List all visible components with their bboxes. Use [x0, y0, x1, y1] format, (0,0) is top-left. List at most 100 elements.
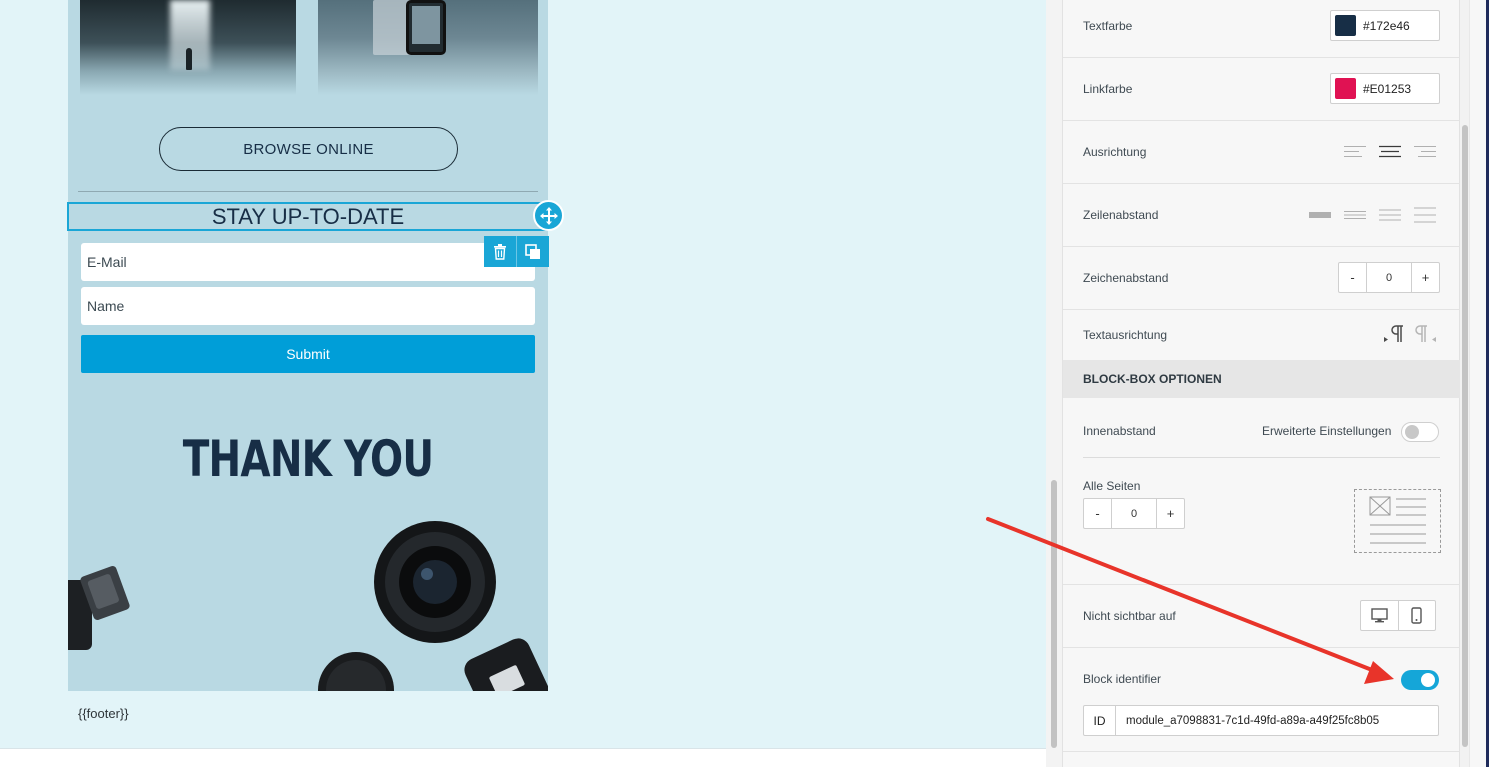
link-color-swatch — [1335, 78, 1356, 99]
rtl-button[interactable] — [1415, 324, 1437, 344]
settings-panel: Textfarbe #172e46 Linkfarbe #E01253 Ausr… — [1062, 0, 1460, 767]
letter-spacing-stepper: - 0 + — [1338, 262, 1440, 293]
text-color-row: Textfarbe #172e46 — [1063, 0, 1460, 58]
letter-spacing-increase-button[interactable]: + — [1412, 263, 1439, 292]
block-identifier-row: Block identifier — [1063, 648, 1460, 752]
submit-button[interactable]: Submit — [81, 335, 535, 373]
email-field[interactable]: E-Mail — [81, 243, 535, 281]
lens-shape — [374, 521, 496, 643]
email-preview: BROWSE ONLINE E-Mail Name Submit THANK Y… — [68, 0, 548, 691]
align-right-icon — [1414, 146, 1436, 157]
letter-spacing-decrease-button[interactable]: - — [1339, 263, 1366, 292]
text-color-swatch — [1335, 15, 1356, 36]
panel-scrollbar[interactable] — [1460, 0, 1489, 767]
text-color-value: #172e46 — [1363, 18, 1410, 33]
alignment-row: Ausrichtung — [1063, 121, 1460, 184]
line-height-wide-icon — [1414, 207, 1436, 223]
link-color-value: #E01253 — [1363, 81, 1412, 96]
link-color-input[interactable]: #E01253 — [1330, 73, 1440, 104]
line-height-normal-icon — [1344, 211, 1366, 219]
letter-spacing-value[interactable]: 0 — [1366, 263, 1412, 292]
line-height-loose-icon — [1379, 209, 1401, 221]
desktop-icon — [1371, 608, 1388, 623]
person-silhouette — [186, 48, 192, 70]
toggle-knob — [1405, 425, 1419, 439]
block-id-field[interactable]: ID module_a7098831-7c1d-49fd-a89a-a49f25… — [1083, 705, 1439, 736]
trash-icon — [494, 243, 506, 260]
tripod-mount-shape — [68, 566, 130, 650]
panel-scrollbar-thumb[interactable] — [1462, 125, 1468, 747]
email-divider — [78, 191, 538, 192]
thank-you-heading: THANK YOU — [182, 430, 434, 488]
padding-decrease-button[interactable]: - — [1084, 499, 1111, 528]
browse-online-button[interactable]: BROWSE ONLINE — [159, 127, 458, 171]
line-height-3-button[interactable] — [1379, 205, 1401, 225]
line-height-2-button[interactable] — [1344, 205, 1366, 225]
mobile-icon — [1411, 607, 1422, 624]
canvas-scrollbar[interactable] — [1046, 0, 1062, 767]
advanced-settings-label: Erweiterte Einstellungen — [1262, 424, 1392, 438]
padding-preview — [1354, 489, 1441, 553]
lens-cap-shape — [318, 652, 394, 691]
text-direction-label: Textausrichtung — [1083, 328, 1168, 342]
camera-gear-image — [68, 521, 548, 691]
alignment-options — [1344, 142, 1436, 162]
block-identifier-toggle[interactable] — [1401, 670, 1439, 690]
align-center-icon — [1379, 145, 1401, 158]
block-identifier-label: Block identifier — [1083, 672, 1162, 686]
canvas-bottom-bar — [0, 748, 1062, 767]
block-box-options-header: BLOCK-BOX OPTIONEN — [1063, 360, 1460, 398]
canvas-scrollbar-thumb[interactable] — [1051, 480, 1057, 748]
line-height-1-button[interactable] — [1309, 205, 1331, 225]
remote-shape — [464, 638, 548, 691]
editor-canvas: BROWSE ONLINE E-Mail Name Submit THANK Y… — [0, 0, 1046, 748]
line-height-label: Zeilenabstand — [1083, 208, 1159, 222]
align-left-icon — [1344, 146, 1366, 157]
block-actions-toolbar — [484, 236, 549, 267]
phone-shape — [406, 0, 446, 55]
name-field[interactable]: Name — [81, 287, 535, 325]
text-direction-row: Textausrichtung — [1063, 310, 1460, 360]
padding-stepper: - 0 + — [1083, 498, 1185, 529]
padding-preview-icon — [1369, 496, 1426, 544]
letter-spacing-row: Zeichenabstand - 0 + — [1063, 247, 1460, 310]
all-sides-label: Alle Seiten — [1083, 479, 1141, 493]
advanced-settings-toggle[interactable] — [1401, 422, 1439, 442]
copy-icon — [524, 243, 540, 259]
move-handle[interactable] — [533, 200, 564, 231]
align-right-button[interactable] — [1414, 142, 1436, 162]
hidden-on-devices — [1360, 600, 1436, 631]
padding-label: Innenabstand — [1083, 424, 1156, 438]
paris-photo — [318, 0, 538, 95]
line-height-options — [1309, 205, 1436, 225]
alignment-label: Ausrichtung — [1083, 145, 1147, 159]
rtl-paragraph-icon — [1415, 325, 1436, 342]
waterfall-photo — [80, 0, 296, 95]
block-id-prefix: ID — [1084, 706, 1116, 735]
align-center-button[interactable] — [1379, 142, 1401, 162]
delete-block-button[interactable] — [484, 236, 516, 267]
hidden-on-label: Nicht sichtbar auf — [1083, 609, 1176, 623]
ltr-paragraph-icon — [1384, 325, 1403, 342]
ltr-button[interactable] — [1383, 324, 1405, 344]
letter-spacing-label: Zeichenabstand — [1083, 271, 1169, 285]
duplicate-block-button[interactable] — [516, 236, 548, 267]
stay-up-to-date-heading[interactable]: STAY UP-TO-DATE — [67, 202, 549, 231]
hide-mobile-button[interactable] — [1397, 601, 1436, 630]
align-left-button[interactable] — [1344, 142, 1366, 162]
text-color-label: Textfarbe — [1083, 19, 1133, 33]
hide-desktop-button[interactable] — [1361, 601, 1398, 630]
line-height-tight-icon — [1309, 212, 1331, 218]
link-color-label: Linkfarbe — [1083, 82, 1133, 96]
line-height-4-button[interactable] — [1414, 205, 1436, 225]
text-direction-options — [1383, 324, 1437, 344]
link-color-row: Linkfarbe #E01253 — [1063, 58, 1460, 121]
footer-placeholder: {{footer}} — [78, 706, 129, 721]
padding-inner-divider — [1083, 457, 1440, 458]
toggle-knob — [1421, 673, 1435, 687]
padding-increase-button[interactable]: + — [1157, 499, 1184, 528]
move-icon — [539, 206, 558, 225]
padding-value[interactable]: 0 — [1111, 499, 1157, 528]
block-id-value: module_a7098831-7c1d-49fd-a89a-a49f25fc8… — [1126, 714, 1380, 727]
text-color-input[interactable]: #172e46 — [1330, 10, 1440, 41]
